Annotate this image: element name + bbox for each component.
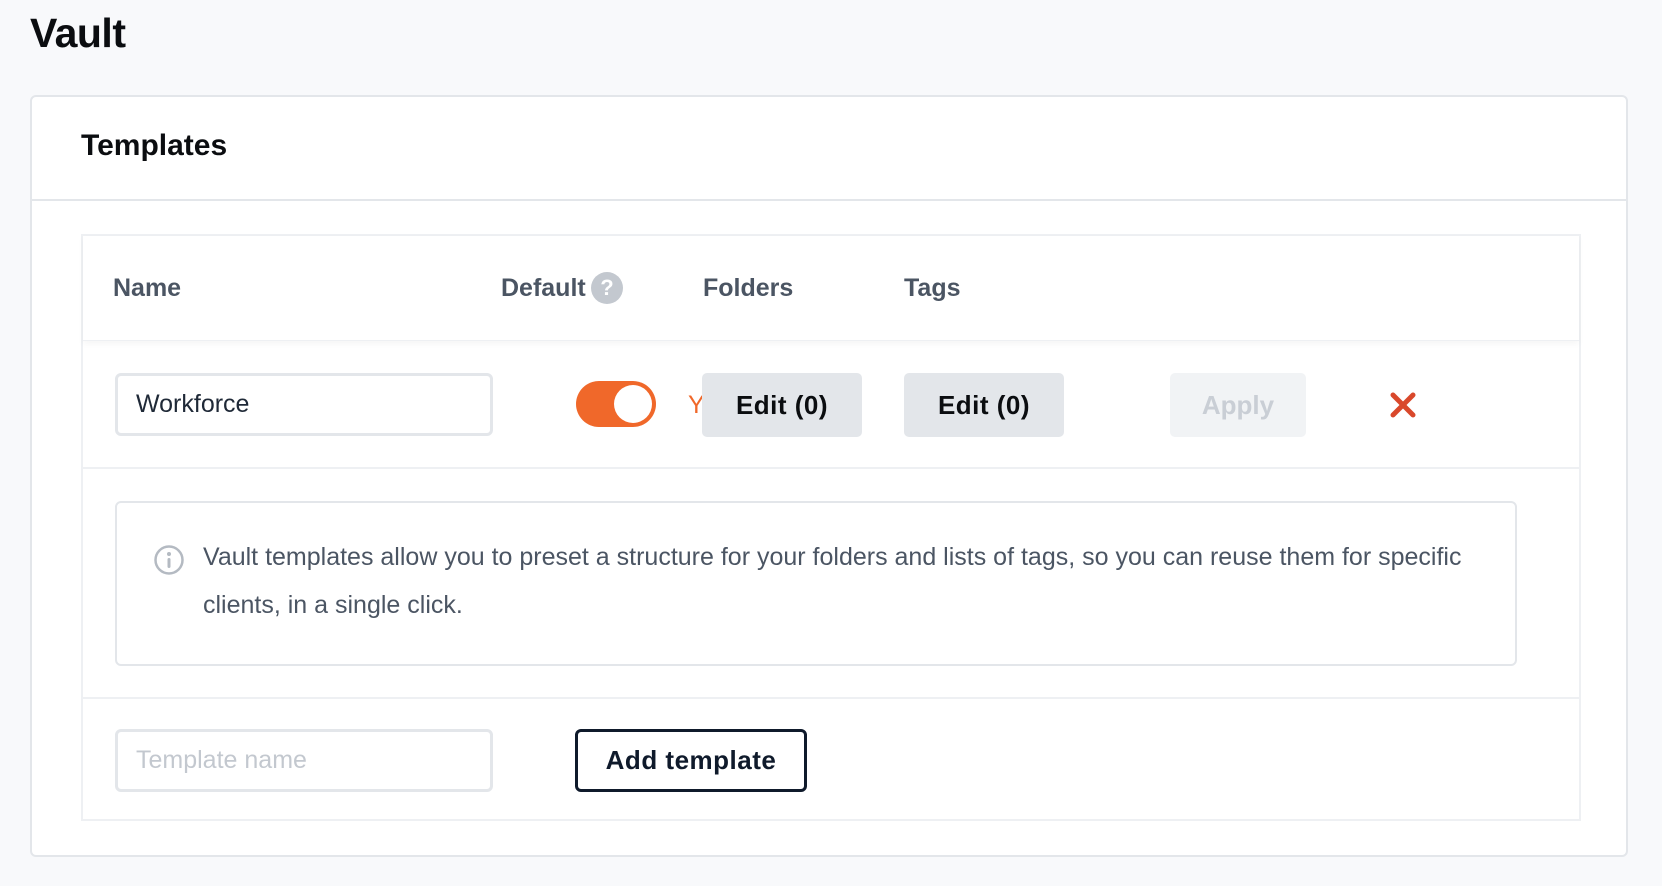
edit-folders-button[interactable]: Edit (0) (702, 373, 862, 437)
templates-panel: Templates Name Default ? Folders Tags Ye… (30, 95, 1628, 857)
column-header-name: Name (113, 274, 182, 302)
template-name-input[interactable] (115, 373, 493, 436)
apply-button[interactable]: Apply (1170, 373, 1306, 437)
column-header-folders: Folders (703, 274, 794, 302)
table-row: Yes Edit (0) Edit (0) Apply (83, 341, 1579, 469)
column-header-tags: Tags (904, 274, 961, 302)
panel-header: Templates (32, 97, 1626, 201)
default-toggle[interactable] (576, 381, 656, 427)
templates-table: Name Default ? Folders Tags Yes Edit (0)… (81, 234, 1581, 821)
close-icon[interactable] (1389, 391, 1417, 419)
question-icon[interactable]: ? (591, 272, 623, 304)
info-box: Vault templates allow you to preset a st… (115, 501, 1517, 666)
new-template-name-input[interactable] (115, 729, 493, 792)
info-icon (154, 545, 184, 575)
toggle-knob (614, 385, 652, 423)
add-template-button[interactable]: Add template (575, 729, 807, 792)
page-title: Vault (30, 10, 126, 56)
edit-tags-button[interactable]: Edit (0) (904, 373, 1064, 437)
info-section: Vault templates allow you to preset a st… (83, 469, 1579, 699)
table-header: Name Default ? Folders Tags (83, 236, 1579, 341)
info-text: Vault templates allow you to preset a st… (203, 543, 1462, 619)
add-template-row: Add template (83, 699, 1579, 819)
panel-title: Templates (81, 129, 228, 162)
column-header-default: Default (501, 274, 586, 302)
